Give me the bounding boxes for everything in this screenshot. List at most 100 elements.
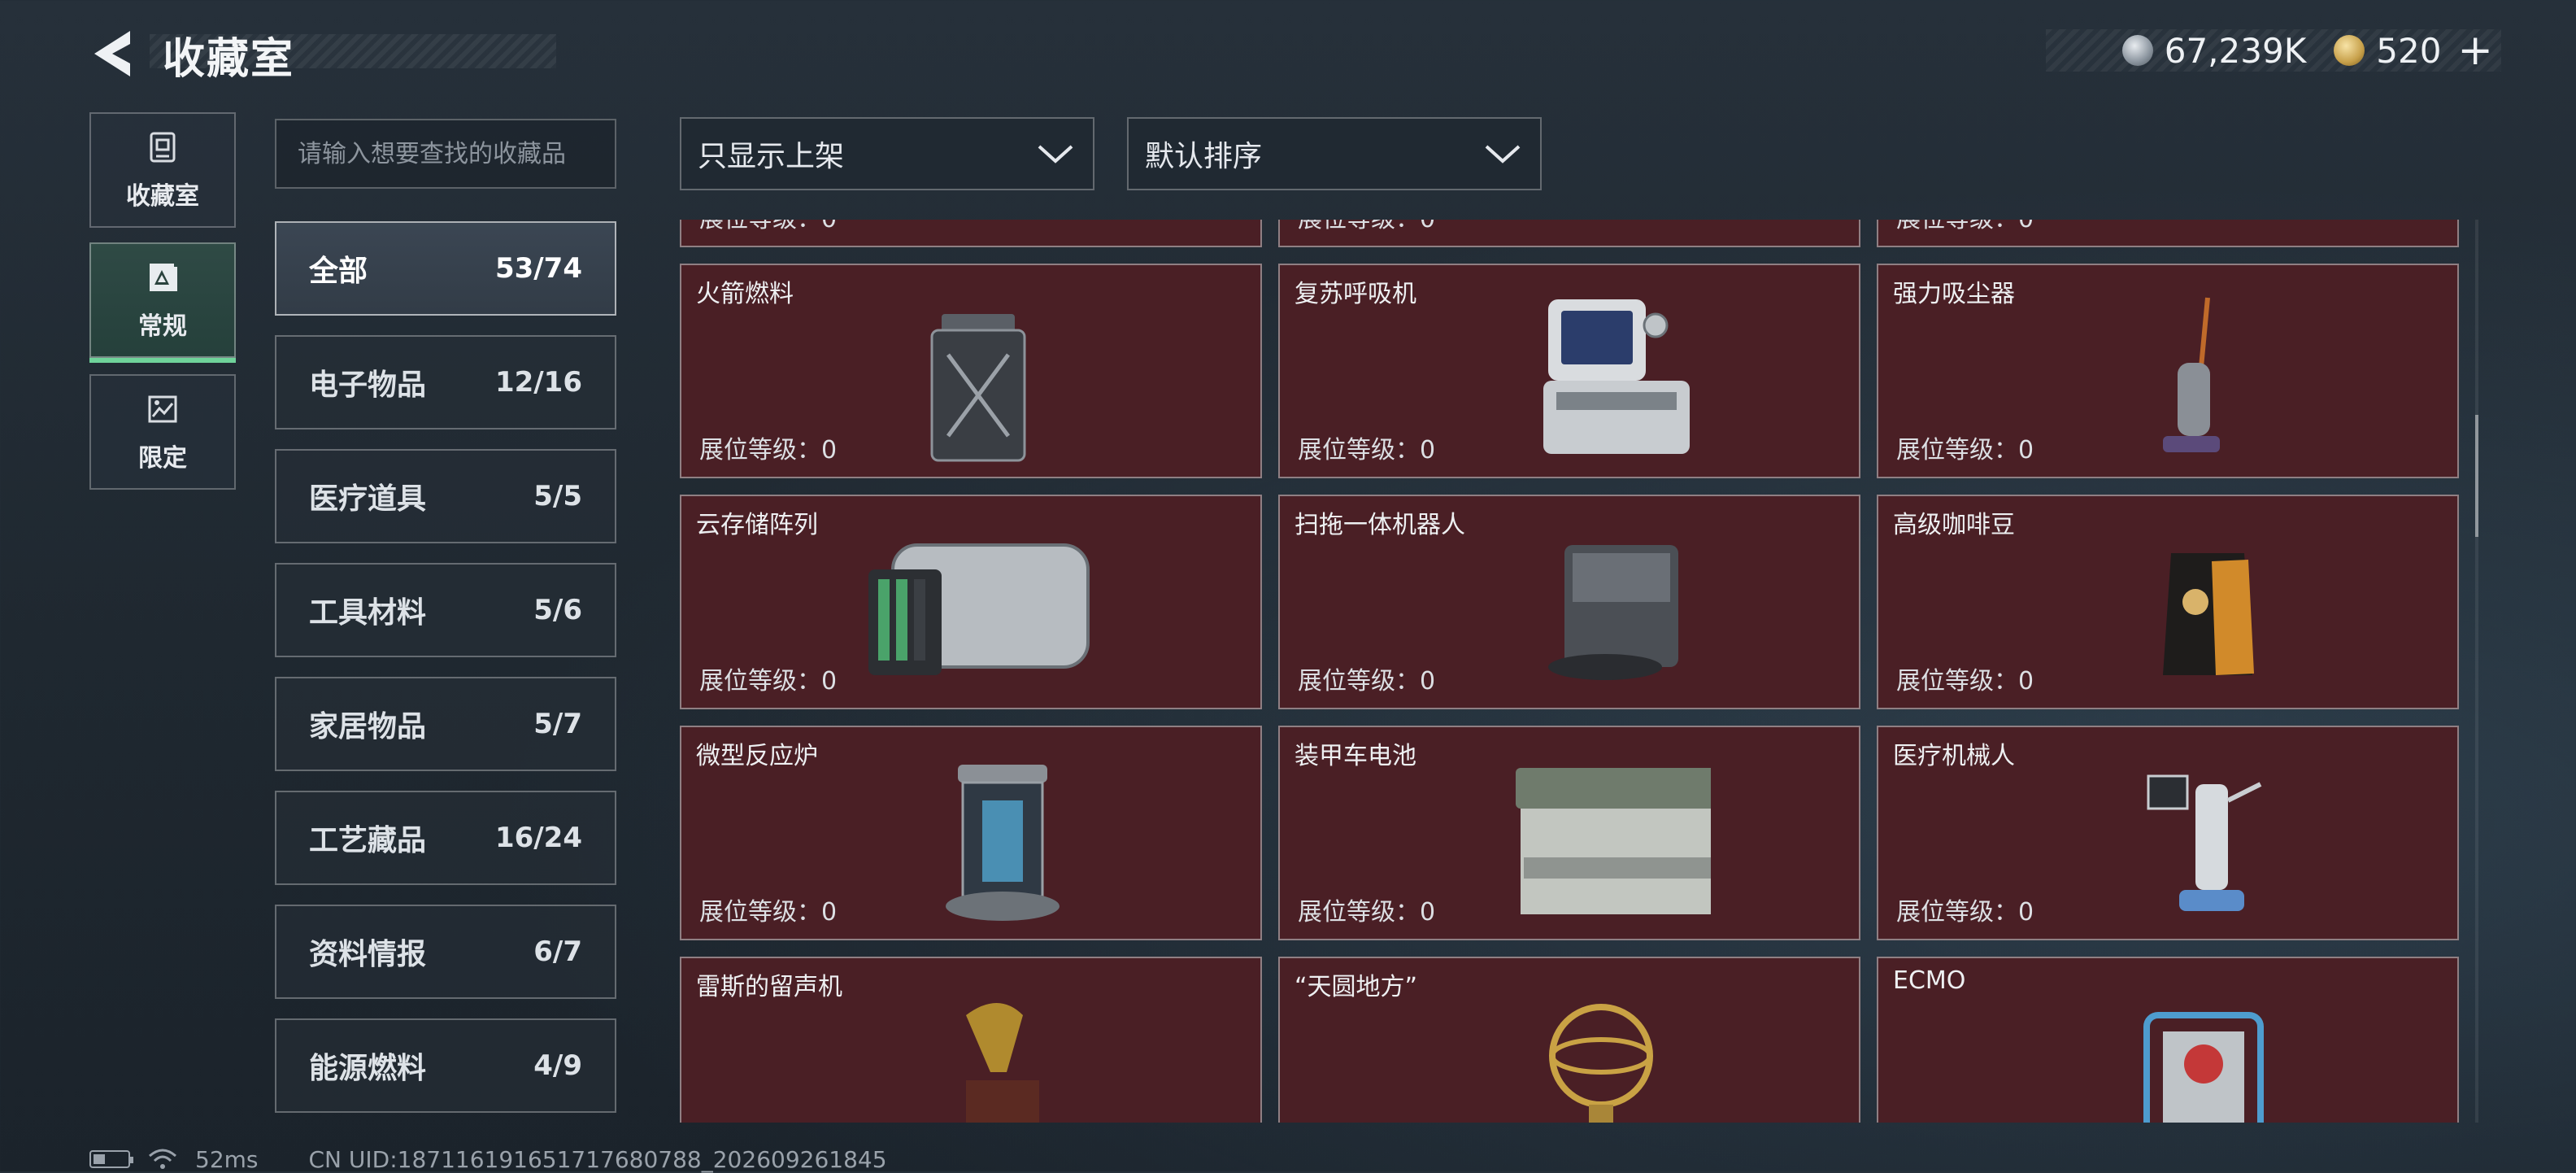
vehicle-battery-icon (1516, 768, 1711, 914)
booth-level: 展位等级：0 (1896, 667, 2034, 696)
vacuum-cleaner-icon (2163, 297, 2220, 452)
add-currency-button[interactable]: + (2457, 29, 2493, 72)
uid-text: CN UID:18711619165171768078​8_2026092618… (308, 1145, 887, 1173)
gramophone-icon (966, 1003, 1039, 1123)
gold-coin-icon (2334, 35, 2365, 66)
category-electronics[interactable]: 电子物品 12/16 (275, 335, 616, 430)
collection-room-icon (150, 132, 176, 163)
battery-icon (89, 1150, 133, 1168)
item-card[interactable]: 展位等级：0 (680, 220, 1262, 247)
category-name: 家居物品 (309, 710, 427, 743)
shelf-filter-value: 只显示上架 (698, 140, 845, 173)
category-all[interactable]: 全部 53/74 (275, 221, 616, 316)
item-card-storage-array[interactable]: 云存储阵列 展位等级：0 (680, 495, 1262, 709)
item-card-medical-robot[interactable]: 医疗机械人 展位等级：0 (1877, 726, 2459, 940)
item-card-gramophone[interactable]: 雷斯的留声机 (680, 957, 1262, 1123)
item-name: 微型反应炉 (696, 742, 818, 770)
regular-icon (150, 264, 177, 291)
tab-collection-room[interactable]: 收藏室 (89, 112, 236, 228)
category-household[interactable]: 家居物品 5/7 (275, 677, 616, 771)
item-name: 云存储阵列 (696, 511, 818, 539)
shelf-filter-dropdown[interactable]: 只显示上架 (680, 117, 1094, 190)
item-name: 雷斯的留声机 (696, 973, 842, 1001)
item-card[interactable]: 展位等级：0 (1278, 220, 1860, 247)
category-count: 12/16 (494, 366, 582, 399)
category-name: 资料情报 (309, 938, 427, 971)
search-input[interactable] (298, 139, 594, 168)
item-name: 装甲车电池 (1295, 742, 1416, 770)
booth-level: 展位等级：0 (1298, 436, 1436, 464)
item-grid[interactable]: 展位等级：0 展位等级：0 展位等级：0 火箭燃料 展位等级：0 复苏呼吸机 展… (680, 220, 2464, 1123)
item-card-armillary[interactable]: “天圆地方” (1278, 957, 1860, 1123)
item-card-ventilator[interactable]: 复苏呼吸机 展位等级：0 (1278, 264, 1860, 478)
booth-level: 展位等级：0 (1298, 220, 1435, 234)
sort-dropdown[interactable]: 默认排序 (1127, 117, 1542, 190)
category-count: 6/7 (533, 935, 582, 968)
currency-bar: 67,239K 520 + (2046, 29, 2501, 72)
grid-scrollbar-thumb[interactable] (2475, 415, 2478, 537)
limited-icon (148, 395, 177, 423)
category-count: 4/9 (533, 1049, 582, 1082)
item-name: 高级咖啡豆 (1893, 511, 2015, 539)
item-name: 医疗机械人 (1893, 742, 2015, 770)
back-button[interactable] (88, 28, 137, 80)
category-intel[interactable]: 资料情报 6/7 (275, 905, 616, 999)
category-medical[interactable]: 医疗道具 5/5 (275, 449, 616, 543)
search-box[interactable] (275, 119, 616, 189)
item-card-robot-vacuum[interactable]: 扫拖一体机器人 展位等级：0 (1278, 495, 1860, 709)
category-count: 16/24 (494, 822, 582, 854)
ping-value: 52ms (195, 1145, 259, 1173)
category-count: 5/7 (533, 708, 582, 740)
silver-coin-icon (2121, 35, 2153, 66)
category-count: 5/5 (533, 480, 582, 512)
item-card-coffee-beans[interactable]: 高级咖啡豆 展位等级：0 (1877, 495, 2459, 709)
gold-coin-amount: 520 (2376, 30, 2442, 71)
booth-level: 展位等级：0 (1896, 898, 2034, 927)
item-name: 复苏呼吸机 (1295, 280, 1416, 308)
rocket-fuel-can-icon (930, 314, 1026, 462)
category-crafts[interactable]: 工艺藏品 16/24 (275, 791, 616, 885)
tab-limited[interactable]: 限定 (89, 374, 236, 490)
medical-robot-icon (2147, 774, 2262, 911)
category-name: 电子物品 (309, 368, 427, 402)
category-count: 5/6 (533, 594, 582, 626)
grid-scrollbar-track[interactable] (2475, 220, 2478, 1123)
tab-regular[interactable]: 常规 (89, 242, 236, 363)
category-energy[interactable]: 能源燃料 4/9 (275, 1018, 616, 1113)
armillary-sphere-icon (1549, 1004, 1653, 1123)
category-tools[interactable]: 工具材料 5/6 (275, 563, 616, 657)
tab-label: 收藏室 (126, 182, 199, 211)
item-name: ECMO (1893, 966, 1966, 995)
item-card[interactable]: 展位等级：0 (1877, 220, 2459, 247)
booth-level: 展位等级：0 (699, 667, 838, 696)
booth-level: 展位等级：0 (1298, 667, 1436, 696)
coffee-bag-icon (2163, 553, 2254, 675)
booth-level: 展位等级：0 (699, 436, 838, 464)
robot-vacuum-icon (1548, 545, 1678, 680)
category-name: 能源燃料 (309, 1052, 427, 1085)
status-bar: 52ms CN UID:18711619165171768078​8_20260… (89, 1145, 887, 1173)
item-card-mini-reactor[interactable]: 微型反应炉 展位等级：0 (680, 726, 1262, 940)
category-count: 53/74 (494, 252, 582, 285)
item-card-ecmo[interactable]: ECMO (1877, 957, 2459, 1123)
chevron-down-icon (1485, 145, 1521, 164)
tab-label: 限定 (138, 444, 187, 473)
ecmo-machine-icon (2143, 1012, 2264, 1123)
chevron-down-icon (1038, 145, 1073, 164)
ventilator-icon (1543, 299, 1690, 454)
item-card-vacuum[interactable]: 强力吸尘器 展位等级：0 (1877, 264, 2459, 478)
item-card-rocket-fuel[interactable]: 火箭燃料 展位等级：0 (680, 264, 1262, 478)
page-title: 收藏室 (163, 35, 295, 84)
item-name: 扫拖一体机器人 (1295, 511, 1465, 539)
item-name: “天圆地方” (1295, 973, 1418, 1001)
mini-reactor-icon (946, 765, 1060, 921)
category-name: 工具材料 (309, 596, 427, 630)
sort-value: 默认排序 (1145, 140, 1263, 173)
item-card-vehicle-battery[interactable]: 装甲车电池 展位等级：0 (1278, 726, 1860, 940)
wifi-icon (149, 1149, 176, 1169)
category-name: 工艺藏品 (309, 824, 427, 857)
category-name: 医疗道具 (309, 482, 427, 516)
item-name: 火箭燃料 (696, 280, 794, 308)
silver-coin-amount: 67,239K (2164, 30, 2307, 71)
storage-array-icon (868, 543, 1090, 675)
